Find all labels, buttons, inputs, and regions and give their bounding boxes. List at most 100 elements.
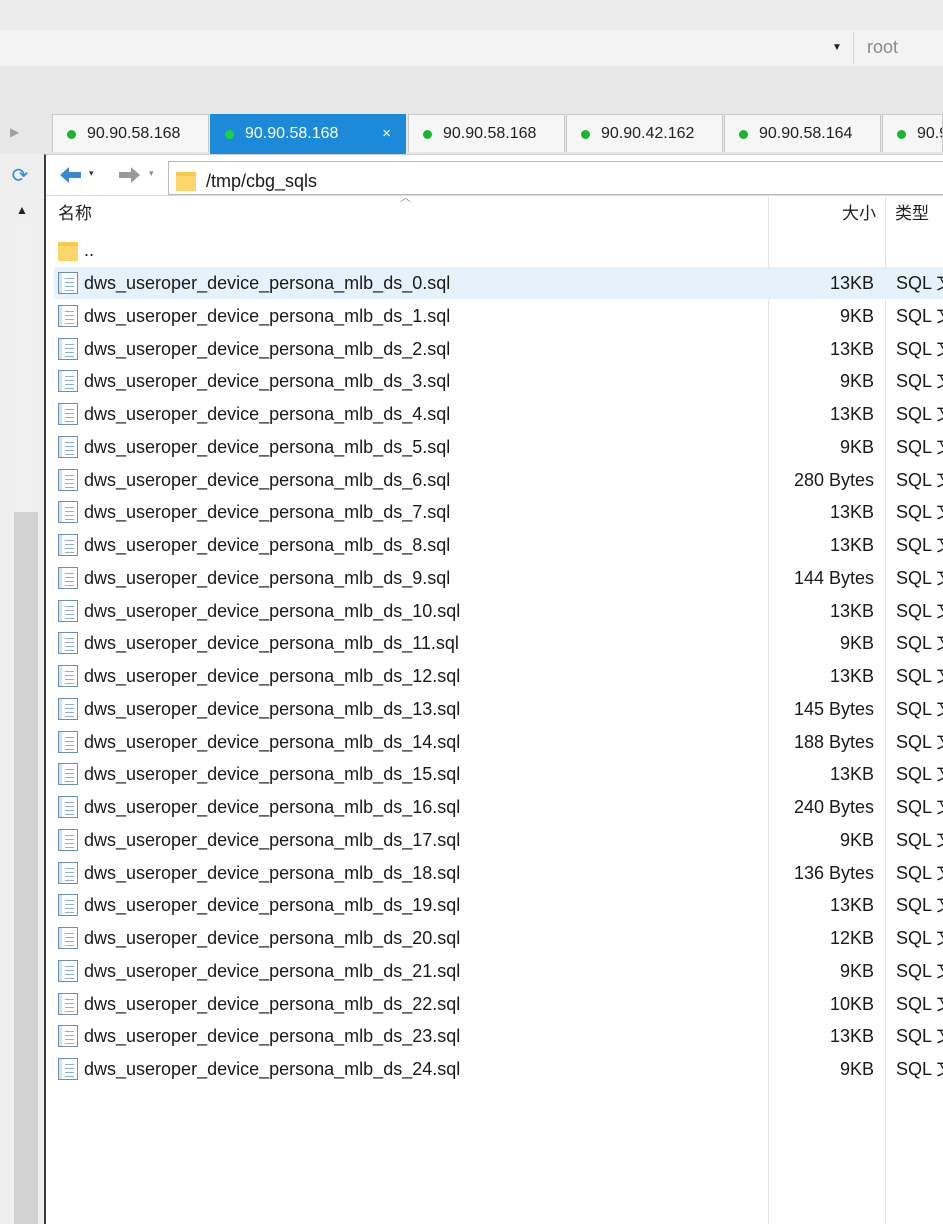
- file-type: SQL 文: [896, 830, 943, 850]
- file-row[interactable]: dws_useroper_device_persona_mlb_ds_19.sq…: [54, 889, 943, 921]
- refresh-icon[interactable]: ⟳: [7, 164, 33, 188]
- tree-scrollbar-thumb[interactable]: [14, 512, 38, 1224]
- file-name: dws_useroper_device_persona_mlb_ds_21.sq…: [84, 961, 461, 981]
- file-size: 13KB: [829, 895, 874, 915]
- column-header-type[interactable]: 类型: [895, 197, 929, 231]
- file-row[interactable]: dws_useroper_device_persona_mlb_ds_15.sq…: [54, 758, 943, 790]
- file-row[interactable]: dws_useroper_device_persona_mlb_ds_7.sql…: [54, 496, 943, 528]
- file-row[interactable]: dws_useroper_device_persona_mlb_ds_3.sql…: [54, 365, 943, 397]
- file-row[interactable]: dws_useroper_device_persona_mlb_ds_23.sq…: [54, 1020, 943, 1052]
- file-name: ..: [84, 240, 95, 260]
- session-tab[interactable]: 90.90.58.168: [52, 114, 209, 152]
- back-arrow-icon[interactable]: [56, 162, 84, 188]
- sql-file-icon: [58, 632, 78, 654]
- file-type: SQL 文: [896, 1059, 943, 1079]
- file-type: SQL 文: [896, 732, 943, 752]
- file-row[interactable]: dws_useroper_device_persona_mlb_ds_17.sq…: [54, 824, 943, 856]
- sort-ascending-icon: ︿: [400, 192, 411, 204]
- file-name: dws_useroper_device_persona_mlb_ds_7.sql: [84, 502, 451, 522]
- file-size: 145 Bytes: [793, 699, 874, 719]
- file-row[interactable]: dws_useroper_device_persona_mlb_ds_24.sq…: [54, 1053, 943, 1085]
- sql-file-icon: [58, 927, 78, 949]
- file-size: 280 Bytes: [793, 470, 874, 490]
- file-row[interactable]: dws_useroper_device_persona_mlb_ds_18.sq…: [54, 857, 943, 889]
- file-size: 13KB: [829, 404, 874, 424]
- file-size: 13KB: [829, 601, 874, 621]
- file-row[interactable]: dws_useroper_device_persona_mlb_ds_21.sq…: [54, 955, 943, 987]
- file-row[interactable]: dws_useroper_device_persona_mlb_ds_1.sql…: [54, 300, 943, 332]
- file-type: SQL 文: [896, 633, 943, 653]
- user-dropdown-button[interactable]: ▼: [828, 40, 846, 56]
- file-type: SQL 文: [896, 339, 943, 359]
- file-name: dws_useroper_device_persona_mlb_ds_3.sql: [84, 371, 451, 391]
- connection-status-icon: [581, 130, 590, 139]
- file-row[interactable]: dws_useroper_device_persona_mlb_ds_5.sql…: [54, 431, 943, 463]
- session-tab[interactable]: 90.9: [882, 114, 943, 152]
- file-name: dws_useroper_device_persona_mlb_ds_11.sq…: [84, 633, 459, 653]
- folder-icon: [176, 169, 196, 191]
- file-row[interactable]: dws_useroper_device_persona_mlb_ds_13.sq…: [54, 693, 943, 725]
- user-name-field[interactable]: root: [867, 36, 898, 58]
- sql-file-icon: [58, 1025, 78, 1047]
- session-tab-label: 90.90.58.168: [443, 125, 537, 142]
- file-size: 188 Bytes: [793, 732, 874, 752]
- tree-scroll-up-icon[interactable]: ▲: [14, 202, 30, 218]
- session-tab-active[interactable]: 90.90.58.168 ×: [210, 114, 406, 154]
- file-size: 9KB: [839, 830, 874, 850]
- connection-status-icon: [225, 130, 234, 139]
- sql-file-icon: [58, 731, 78, 753]
- file-size: 9KB: [839, 961, 874, 981]
- tab-scroll-right-icon[interactable]: ▶: [10, 123, 26, 141]
- file-type: SQL 文: [896, 961, 943, 981]
- file-name: dws_useroper_device_persona_mlb_ds_13.sq…: [84, 699, 461, 719]
- column-header-size[interactable]: 大小: [790, 197, 876, 231]
- window-top-strip: [0, 0, 943, 30]
- sql-file-icon: [58, 501, 78, 523]
- file-name: dws_useroper_device_persona_mlb_ds_18.sq…: [84, 863, 461, 883]
- parent-folder-row[interactable]: ..: [54, 234, 943, 266]
- current-path[interactable]: /tmp/cbg_sqls: [206, 170, 317, 192]
- file-name: dws_useroper_device_persona_mlb_ds_17.sq…: [84, 830, 461, 850]
- file-row[interactable]: dws_useroper_device_persona_mlb_ds_0.sql…: [54, 267, 943, 299]
- file-size: 9KB: [839, 633, 874, 653]
- file-row[interactable]: dws_useroper_device_persona_mlb_ds_8.sql…: [54, 529, 943, 561]
- file-type: SQL 文: [896, 1026, 943, 1046]
- file-row[interactable]: dws_useroper_device_persona_mlb_ds_12.sq…: [54, 660, 943, 692]
- file-name: dws_useroper_device_persona_mlb_ds_10.sq…: [84, 601, 461, 621]
- session-tab[interactable]: 90.90.58.164: [724, 114, 881, 152]
- close-tab-icon[interactable]: ×: [382, 115, 391, 153]
- file-name: dws_useroper_device_persona_mlb_ds_8.sql: [84, 535, 451, 555]
- file-size: 9KB: [839, 306, 874, 326]
- file-size: 13KB: [829, 666, 874, 686]
- file-type: SQL 文: [896, 470, 943, 490]
- file-row[interactable]: dws_useroper_device_persona_mlb_ds_9.sql…: [54, 562, 943, 594]
- file-row[interactable]: dws_useroper_device_persona_mlb_ds_2.sql…: [54, 333, 943, 365]
- sql-file-icon: [58, 698, 78, 720]
- file-row[interactable]: dws_useroper_device_persona_mlb_ds_14.sq…: [54, 726, 943, 758]
- session-tab[interactable]: 90.90.58.168: [408, 114, 565, 152]
- file-type: SQL 文: [896, 895, 943, 915]
- sql-file-icon: [58, 665, 78, 687]
- file-row[interactable]: dws_useroper_device_persona_mlb_ds_11.sq…: [54, 627, 943, 659]
- connection-status-icon: [423, 130, 432, 139]
- session-tab[interactable]: 90.90.42.162: [566, 114, 723, 152]
- file-row[interactable]: dws_useroper_device_persona_mlb_ds_4.sql…: [54, 398, 943, 430]
- session-tab-label: 90.90.58.168: [87, 125, 181, 142]
- forward-history-dropdown-icon[interactable]: ▾: [149, 168, 154, 179]
- file-row[interactable]: dws_useroper_device_persona_mlb_ds_6.sql…: [54, 464, 943, 496]
- file-type: SQL 文: [896, 273, 943, 293]
- folder-icon: [58, 239, 78, 261]
- file-row[interactable]: dws_useroper_device_persona_mlb_ds_10.sq…: [54, 595, 943, 627]
- file-row[interactable]: dws_useroper_device_persona_mlb_ds_20.sq…: [54, 922, 943, 954]
- file-type: SQL 文: [896, 371, 943, 391]
- sql-file-icon: [58, 763, 78, 785]
- user-bar: [0, 30, 943, 66]
- sql-file-icon: [58, 829, 78, 851]
- file-row[interactable]: dws_useroper_device_persona_mlb_ds_22.sq…: [54, 988, 943, 1020]
- file-row[interactable]: dws_useroper_device_persona_mlb_ds_16.sq…: [54, 791, 943, 823]
- back-history-dropdown-icon[interactable]: ▾: [89, 168, 94, 179]
- file-type: SQL 文: [896, 928, 943, 948]
- connection-status-icon: [67, 130, 76, 139]
- forward-arrow-icon[interactable]: [116, 162, 144, 188]
- column-header-name[interactable]: 名称: [58, 197, 92, 231]
